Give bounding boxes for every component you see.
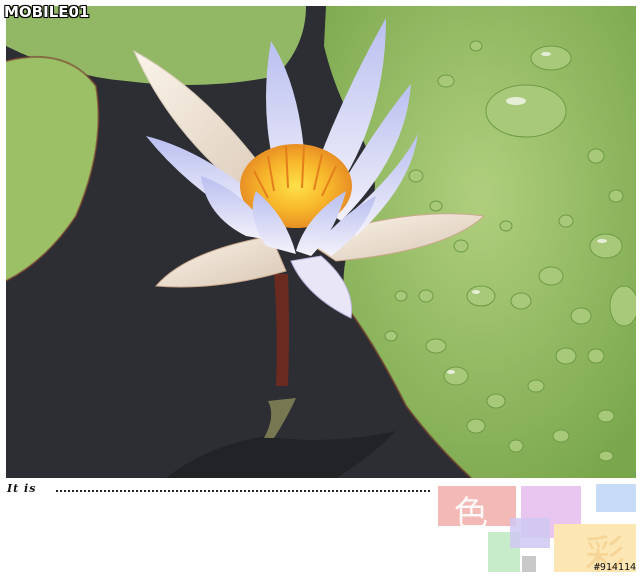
lotus-photo (6, 6, 636, 478)
photo-id-label: #914114 (593, 562, 636, 573)
se-character: 色 (454, 494, 488, 534)
lotus-photo-illustration (6, 6, 636, 478)
caption-dotted-line (56, 490, 430, 492)
caption-label: It is (7, 482, 37, 495)
color-tile-blue (596, 484, 636, 512)
color-tile-gray (522, 556, 536, 572)
color-tile-lavender (510, 518, 550, 548)
mobile01-watermark-logo: MOBILE01 (4, 3, 90, 21)
